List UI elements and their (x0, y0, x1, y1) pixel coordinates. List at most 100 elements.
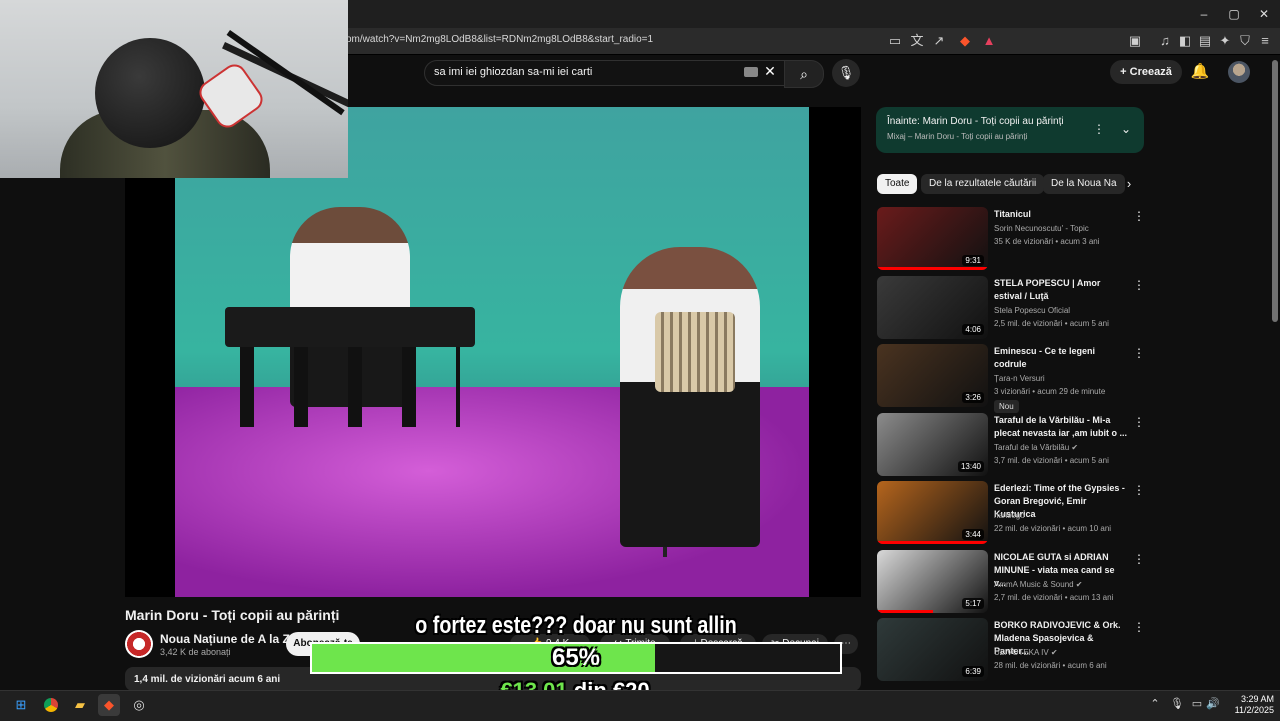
create-plus-icon: + (1120, 66, 1130, 78)
notifications-bell-icon[interactable]: 🔔 (1190, 62, 1210, 82)
tabs-icon[interactable]: ▣ (1126, 32, 1144, 50)
rec-thumbnail[interactable]: 13:40 (877, 413, 988, 476)
search-button[interactable]: ⌕ (784, 60, 824, 88)
rec-title[interactable]: Eminescu - Ce te legeni codrule (994, 345, 1128, 371)
rec-more-icon[interactable]: ⋮ (1133, 209, 1145, 223)
leo-ai-icon[interactable]: ✦ (1216, 32, 1234, 50)
obs-icon[interactable]: ◎ (128, 694, 150, 716)
rec-duration: 3:26 (962, 392, 984, 403)
rec-title[interactable]: STELA POPESCU | Amor estival / Luţă (994, 277, 1128, 303)
chrome-icon[interactable] (40, 694, 62, 716)
menu-icon[interactable]: ≡ (1256, 32, 1274, 50)
video-player[interactable] (125, 107, 861, 597)
channel-name[interactable]: Noua Națiune de A la Z (160, 632, 290, 646)
rec-stats: 2,7 mil. de vizionări • acum 13 ani (994, 593, 1114, 602)
cimbalom-legs (240, 347, 460, 427)
rec-stats: 2,5 mil. de vizionări • acum 5 ani (994, 319, 1109, 328)
rec-more-icon[interactable]: ⋮ (1133, 483, 1145, 497)
maximize-button[interactable]: ▢ (1224, 6, 1244, 22)
up-next-more-icon[interactable]: ⋮ (1092, 122, 1106, 136)
rec-title[interactable]: Taraful de la Vărbilău - Mi-a plecat nev… (994, 414, 1128, 440)
up-next-title[interactable]: Înainte: Marin Doru - Toți copii au pări… (887, 116, 1064, 127)
chip-from-search[interactable]: De la rezultatele căutării (921, 174, 1045, 194)
channel-avatar[interactable] (125, 630, 153, 658)
rec-more-icon[interactable]: ⋮ (1133, 278, 1145, 292)
chevron-down-icon[interactable]: ⌄ (1118, 122, 1134, 136)
page-scrollbar[interactable] (1272, 60, 1278, 322)
tray-volume-icon[interactable]: 🔊 (1206, 697, 1220, 710)
rec-channel[interactable]: AmmA Music & Sound ✔ (994, 578, 1134, 591)
rec-title[interactable]: Titanicul (994, 208, 1128, 221)
create-button[interactable]: + Creează (1110, 60, 1182, 84)
video-title: Marin Doru - Toți copii au părinți (125, 607, 340, 623)
webcam-overlay (0, 0, 348, 178)
rec-watch-progress (877, 541, 988, 544)
clock-date[interactable]: 11/2/2025 (1220, 705, 1274, 715)
rec-watch-progress (877, 267, 988, 270)
minimize-button[interactable]: – (1194, 6, 1214, 22)
rec-channel[interactable]: Țara-n Versuri (994, 372, 1134, 385)
rec-stats: 22 mil. de vizionări • acum 10 ani (994, 524, 1112, 533)
donation-goal-bar: 65% (310, 642, 842, 674)
vpn-icon[interactable]: ⛉ (1236, 32, 1254, 50)
rec-thumbnail[interactable]: 4:06 (877, 276, 988, 339)
rec-more-icon[interactable]: ⋮ (1133, 346, 1145, 360)
performer-accordion (620, 247, 760, 547)
rec-stats: 3,7 mil. de vizionări • acum 5 ani (994, 456, 1109, 465)
rec-channel[interactable]: Sorin Necunoscutu' - Topic (994, 222, 1134, 235)
rec-thumbnail[interactable]: 6:39 (877, 618, 988, 681)
media-icon[interactable]: ♫ (1156, 32, 1174, 50)
rec-channel[interactable]: harisego (994, 509, 1134, 522)
share-icon[interactable]: ↗ (930, 32, 948, 50)
rec-thumbnail[interactable]: 3:44 (877, 481, 988, 544)
accordion-instrument (655, 312, 735, 392)
rec-more-icon[interactable]: ⋮ (1133, 620, 1145, 634)
rec-stats: 28 mil. de vizionări • acum 6 ani (994, 661, 1107, 670)
search-query-text[interactable]: sa imi iei ghiozdan sa-mi iei carti (434, 66, 592, 78)
rec-duration: 4:06 (962, 324, 984, 335)
translate-icon[interactable]: 文 (908, 32, 926, 50)
tray-network-icon[interactable]: ▭ (1190, 697, 1204, 710)
clock-time[interactable]: 3:29 AM (1230, 694, 1274, 704)
chip-all[interactable]: Toate (877, 174, 918, 194)
brave-taskbar-icon[interactable]: ◆ (98, 694, 120, 716)
windows-start-icon[interactable]: ⊞ (10, 694, 32, 716)
rec-channel[interactable]: Taraful de la Vărbilău ✔ (994, 441, 1134, 454)
chip-from-channel[interactable]: De la Noua Na (1043, 174, 1125, 194)
rec-channel[interactable]: UZIVOTEKA IV ✔ (994, 646, 1134, 659)
close-window-button[interactable]: ✕ (1254, 6, 1274, 22)
rec-more-icon[interactable]: ⋮ (1133, 552, 1145, 566)
cimbalom-instrument (225, 307, 475, 347)
create-label: Creează (1129, 66, 1172, 78)
wallet-icon[interactable]: ▤ (1196, 32, 1214, 50)
cast-icon[interactable]: ▭ (886, 32, 904, 50)
clear-search-icon[interactable]: ✕ (763, 63, 777, 80)
rec-stats: 35 K de vizionări • acum 3 ani (994, 237, 1100, 246)
brave-shield-icon[interactable]: ◆ (956, 32, 974, 50)
up-next-subtitle: Mixaj – Marin Doru - Toți copii au părin… (887, 132, 1028, 141)
microphone-icon[interactable]: 🎙 (832, 59, 860, 87)
rec-more-icon[interactable]: ⋮ (1133, 415, 1145, 429)
account-avatar[interactable] (1228, 61, 1250, 83)
rec-duration: 3:44 (962, 529, 984, 540)
donation-goal-percent: 65% (551, 644, 601, 671)
sidebar-icon[interactable]: ◧ (1176, 32, 1194, 50)
rec-watch-progress (877, 610, 933, 613)
windows-taskbar (0, 690, 1280, 721)
rec-stats: 3 vizionări • acum 29 de minute (994, 387, 1106, 396)
rec-thumbnail[interactable]: 5:17 (877, 550, 988, 613)
file-explorer-icon[interactable]: ▰ (69, 694, 91, 716)
brave-rewards-icon[interactable]: ▲ (980, 32, 998, 50)
chevron-right-icon[interactable]: › (1122, 176, 1136, 191)
tray-microphone-icon[interactable]: 🎙 (1170, 697, 1184, 710)
rec-duration: 5:17 (962, 598, 984, 609)
rec-thumbnail[interactable]: 3:26 (877, 344, 988, 407)
rec-new-badge: Nou (994, 400, 1019, 413)
rec-thumbnail[interactable]: 9:31 (877, 207, 988, 270)
tray-chevron-up-icon[interactable]: ⌃ (1148, 697, 1162, 710)
rec-duration: 13:40 (957, 461, 984, 472)
keyboard-icon[interactable] (744, 67, 758, 77)
rec-channel[interactable]: Stela Popescu Oficial (994, 304, 1134, 317)
url-text[interactable]: om/watch?v=Nm2mg8LOdB8&list=RDNm2mg8LOdB… (346, 34, 653, 45)
stream-caption: o fortez este??? doar nu sunt allin (415, 612, 737, 639)
